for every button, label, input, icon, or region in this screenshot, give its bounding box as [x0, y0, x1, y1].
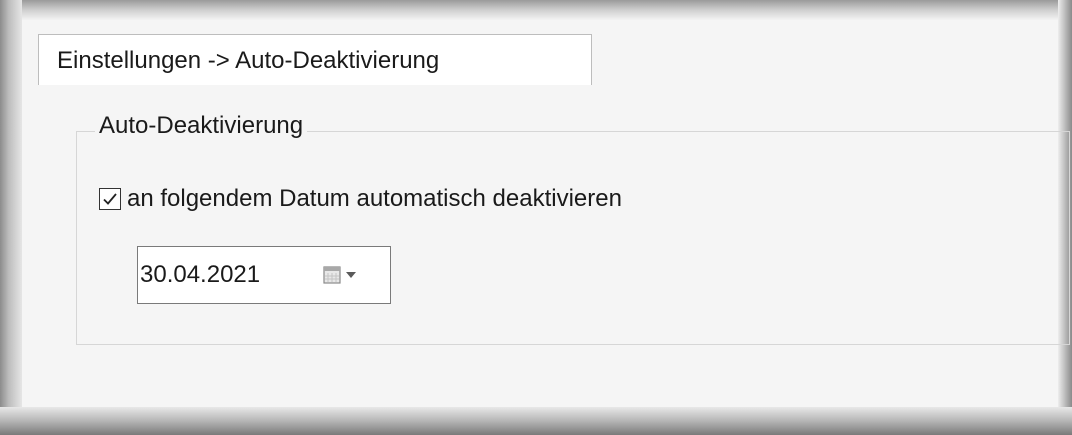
frame-shadow-top [0, 0, 1072, 20]
frame-shadow-bottom [0, 407, 1072, 435]
date-value[interactable]: 30.04.2021 [140, 261, 260, 289]
screenshot-frame: Einstellungen -> Auto-Deaktivierung Auto… [0, 0, 1072, 435]
auto-deactivate-checkbox[interactable] [99, 188, 121, 210]
date-picker[interactable]: 30.04.2021 [137, 246, 391, 304]
calendar-icon [323, 266, 341, 284]
tab-auto-deaktivierung[interactable]: Einstellungen -> Auto-Deaktivierung [38, 34, 592, 86]
frame-shadow-left [0, 0, 22, 435]
group-title: Auto-Deaktivierung [95, 112, 308, 140]
tab-content: Auto-Deaktivierung an folgendem Datum au… [38, 85, 1070, 407]
settings-panel: Einstellungen -> Auto-Deaktivierung Auto… [22, 20, 1070, 407]
auto-deactivate-checkbox-row[interactable]: an folgendem Datum automatisch deaktivie… [99, 184, 622, 214]
auto-deaktivierung-group: Auto-Deaktivierung an folgendem Datum au… [76, 112, 1070, 345]
tab-label: Einstellungen -> Auto-Deaktivierung [57, 47, 440, 74]
checkmark-icon [103, 193, 117, 205]
chevron-down-icon [346, 272, 356, 278]
calendar-dropdown-button[interactable] [322, 263, 366, 287]
auto-deactivate-checkbox-label: an folgendem Datum automatisch deaktivie… [127, 185, 622, 212]
